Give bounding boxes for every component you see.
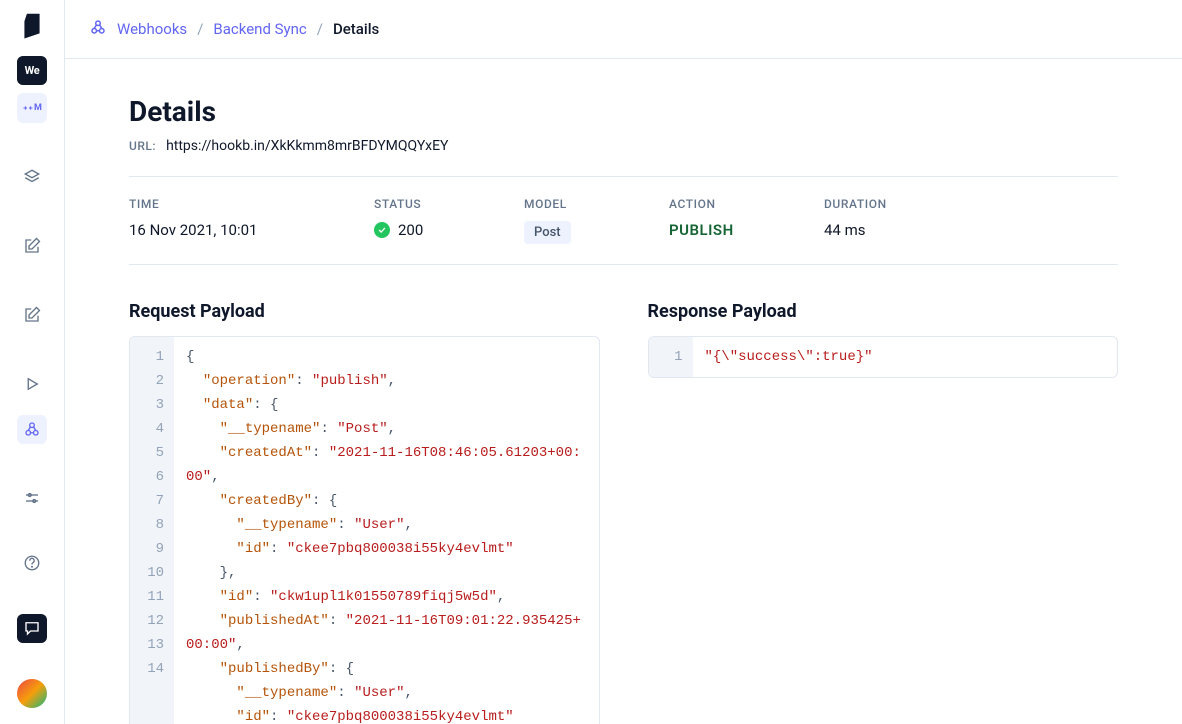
meta-duration: DURATION 44 ms <box>824 197 935 244</box>
meta-action: ACTION PUBLISH <box>669 197 824 244</box>
breadcrumb-current: Details <box>333 20 379 38</box>
breadcrumb: Webhooks / Backend Sync / Details <box>65 0 1182 59</box>
breadcrumb-webhooks[interactable]: Webhooks <box>117 20 187 38</box>
meta-model: MODEL Post <box>524 197 669 244</box>
meta-section: TIME 16 Nov 2021, 10:01 STATUS 200 MODEL… <box>129 176 1118 265</box>
url-row: URL: https://hookb.in/XkKkmm8mrBFDYMQQYx… <box>129 138 1118 154</box>
webhook-icon <box>89 18 107 40</box>
app-logo[interactable] <box>18 12 46 40</box>
sidebar-item-chat[interactable] <box>17 614 47 643</box>
payloads: Request Payload 1234567891011121314 { "o… <box>129 301 1118 724</box>
response-code[interactable]: 1 "{\"success\":true}" <box>648 336 1119 378</box>
check-icon <box>374 222 390 238</box>
sidebar-item-play[interactable] <box>17 369 47 398</box>
sidebar-item-settings[interactable] <box>17 484 47 513</box>
content: Details URL: https://hookb.in/XkKkmm8mrB… <box>65 59 1182 724</box>
meta-status: STATUS 200 <box>374 197 524 244</box>
breadcrumb-sep: / <box>317 20 323 38</box>
url-value: https://hookb.in/XkKkmm8mrBFDYMQQYxEY <box>166 138 448 154</box>
sidebar-item-edit-alt[interactable] <box>17 300 47 329</box>
user-avatar[interactable] <box>17 679 47 708</box>
breadcrumb-backend-sync[interactable]: Backend Sync <box>213 20 306 38</box>
sidebar-item-layers[interactable] <box>17 162 47 191</box>
sidebar-item-webhooks[interactable] <box>17 415 47 444</box>
sidebar-item-we[interactable]: We <box>17 56 47 85</box>
request-payload: Request Payload 1234567891011121314 { "o… <box>129 301 600 724</box>
model-pill[interactable]: Post <box>524 221 571 244</box>
request-code[interactable]: 1234567891011121314 { "operation": "publ… <box>129 336 600 724</box>
url-label: URL: <box>129 139 156 153</box>
sidebar-item-model[interactable]: M <box>17 93 47 122</box>
page-title: Details <box>129 95 1118 128</box>
breadcrumb-sep: / <box>197 20 203 38</box>
sidebar: We M <box>0 0 64 724</box>
main-area: Webhooks / Backend Sync / Details Detail… <box>64 0 1182 724</box>
response-payload: Response Payload 1 "{\"success\":true}" <box>648 301 1119 724</box>
sidebar-item-help[interactable] <box>17 549 47 578</box>
meta-time: TIME 16 Nov 2021, 10:01 <box>129 197 374 244</box>
sidebar-item-edit[interactable] <box>17 231 47 260</box>
